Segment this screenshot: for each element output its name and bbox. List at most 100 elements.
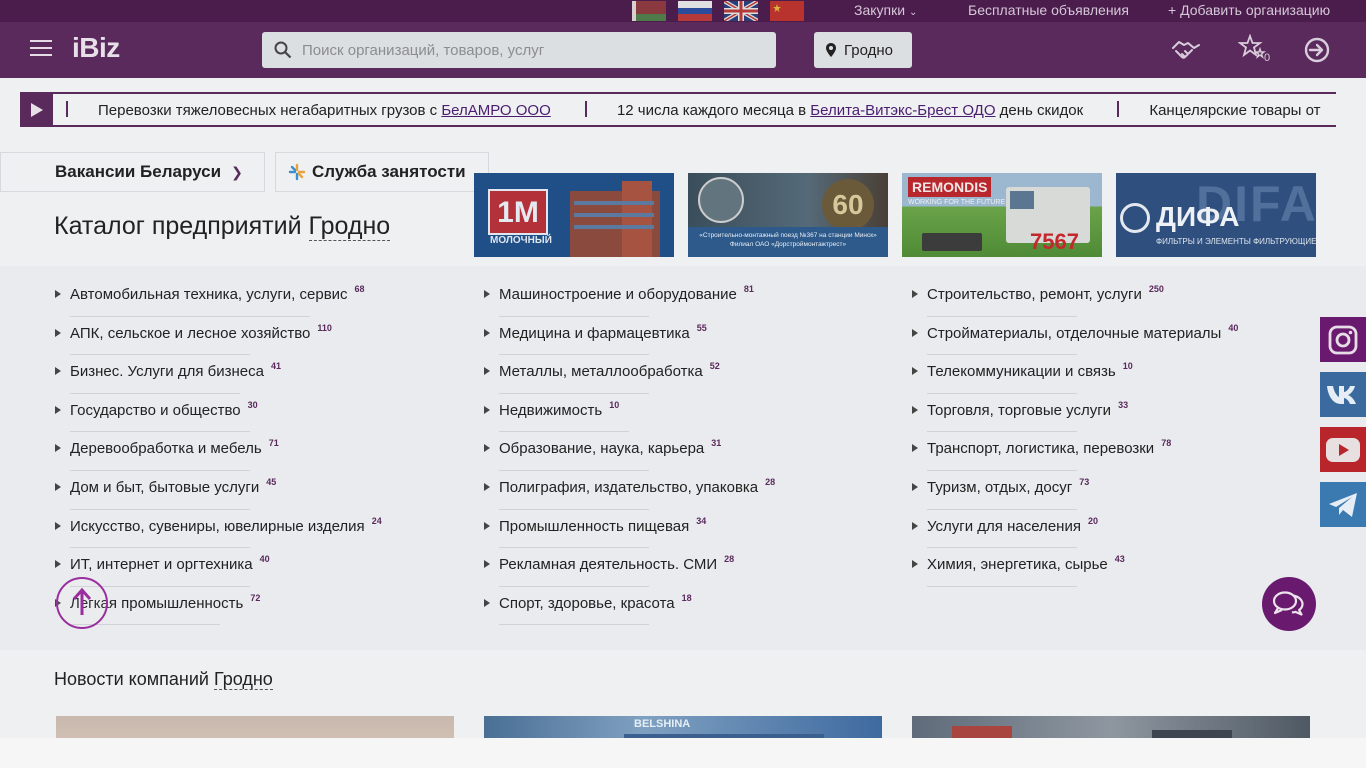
catalog-item-count: 40 [1228, 322, 1239, 333]
catalog-item-count: 71 [268, 438, 279, 449]
catalog-column-3: Строительство, ремонт, услуги 250 Стройма… [911, 280, 1238, 589]
be-flag-icon[interactable] [632, 1, 666, 21]
triangle-right-icon [484, 367, 490, 376]
catalog-item[interactable]: Машиностроение и оборудование 81 [483, 280, 775, 319]
purchases-dropdown[interactable]: Закупки ⌄ [854, 2, 917, 18]
catalog-item[interactable]: Транспорт, логистика, перевозки 78 [911, 434, 1238, 473]
catalog-item[interactable]: Деревообработка и мебель 71 [54, 434, 382, 473]
catalog-item[interactable]: Телекоммуникации и связь 10 [911, 357, 1238, 396]
catalog-item[interactable]: Химия, энергетика, сырье 43 [911, 550, 1238, 589]
catalog-item-count: 28 [765, 476, 776, 487]
search-input[interactable] [302, 41, 742, 59]
banner-construction-badge: 60 [822, 179, 874, 231]
ticker-link[interactable]: Белита-Витэкс-Брест ОДО [810, 102, 995, 119]
catalog-column-1: Автомобильная техника, услуги, сервис 68 … [54, 280, 382, 627]
catalog-item[interactable]: Туризм, отдых, досуг 73 [911, 473, 1238, 512]
banner-remondis-number: 7567 [1030, 229, 1079, 254]
catalog-item-label: Промышленность пищевая [499, 517, 690, 535]
triangle-right-icon [912, 328, 918, 337]
catalog-item-label: Государство и общество [70, 401, 241, 419]
catalog-title: Каталог предприятий Гродно [54, 212, 391, 241]
banner-row: 1М МОЛОЧНЫЙ 60 «Строительно-монтажный по… [474, 173, 1316, 257]
catalog-city-link[interactable]: Гродно [308, 212, 391, 241]
triangle-right-icon [912, 560, 918, 569]
vacancies-tab[interactable]: Вакансии Беларуси ❯ [0, 152, 265, 192]
triangle-right-icon [55, 405, 61, 414]
ticker-item: 12 числа каждого месяца в Белита-Витэкс-… [616, 102, 1084, 119]
catalog-item[interactable]: Промышленность пищевая 34 [483, 512, 775, 551]
catalog-item-count: 78 [1161, 438, 1172, 449]
banner-construction[interactable]: 60 «Строительно-монтажный поезд №367 на … [688, 173, 888, 257]
catalog-item-count: 20 [1087, 515, 1098, 526]
cn-flag-icon[interactable] [770, 1, 804, 21]
chevron-down-icon: ⌄ [908, 7, 918, 18]
catalog-item[interactable]: Строительство, ремонт, услуги 250 [911, 280, 1238, 319]
main-header: iBiz Гродно 0 [0, 22, 1366, 78]
handshake-icon[interactable] [1170, 34, 1202, 66]
catalog-item[interactable]: Металлы, металлообработка 52 [483, 357, 775, 396]
banner-milk[interactable]: 1М МОЛОЧНЫЙ [474, 173, 674, 257]
free-ads-link[interactable]: Бесплатные объявления [968, 2, 1129, 18]
catalog-item-label: ИТ, интернет и оргтехника [70, 556, 253, 574]
catalog-item[interactable]: Дом и быт, бытовые услуги 45 [54, 473, 382, 512]
catalog-item-count: 10 [609, 399, 620, 410]
add-organization-link[interactable]: + Добавить организацию [1168, 2, 1330, 18]
banner-difa-caption: ФИЛЬТРЫ И ЭЛЕМЕНТЫ ФИЛЬТРУЮЩИЕ [1156, 237, 1316, 246]
catalog-item-count: 18 [681, 592, 692, 603]
catalog-title-text: Каталог предприятий [54, 212, 302, 240]
location-pin-icon [826, 43, 836, 57]
catalog-item[interactable]: Бизнес. Услуги для бизнеса 41 [54, 357, 382, 396]
catalog-item-label: Недвижимость [499, 401, 603, 419]
uk-flag-icon[interactable] [724, 1, 758, 21]
catalog-item-count: 52 [709, 361, 720, 372]
vk-icon[interactable] [1320, 372, 1366, 417]
menu-icon[interactable] [30, 40, 52, 56]
triangle-right-icon [912, 367, 918, 376]
ticker-link[interactable]: БелАМРО ООО [441, 102, 550, 119]
catalog-item[interactable]: Искусство, сувениры, ювелирные изделия 24 [54, 512, 382, 551]
catalog-item[interactable]: Медицина и фармацевтика 55 [483, 319, 775, 358]
news-city-link[interactable]: Гродно [213, 669, 273, 690]
triangle-right-icon [484, 444, 490, 453]
ticker-item: Перевозки тяжеловесных негабаритных груз… [98, 102, 551, 119]
employment-tab[interactable]: Служба занятости [275, 152, 489, 192]
catalog-item-count: 110 [317, 322, 332, 333]
news-title: Новости компаний Гродно [54, 669, 273, 690]
instagram-icon[interactable] [1320, 317, 1366, 362]
favorites-button[interactable]: 0 [1237, 33, 1272, 66]
banner-remondis[interactable]: REMONDIS WORKING FOR THE FUTURE 7567 [902, 173, 1102, 257]
ru-flag-icon[interactable] [678, 1, 712, 21]
youtube-icon[interactable] [1320, 427, 1366, 472]
triangle-right-icon [484, 290, 490, 298]
news-title-text: Новости компаний [54, 669, 209, 689]
catalog-item-count: 31 [711, 438, 722, 449]
catalog-item[interactable]: Услуги для населения 20 [911, 512, 1238, 551]
city-selector[interactable]: Гродно [814, 32, 912, 68]
catalog-item[interactable]: Торговля, торговые услуги 33 [911, 396, 1238, 435]
catalog-item-label: Туризм, отдых, досуг [927, 478, 1073, 496]
triangle-right-icon [912, 290, 918, 298]
catalog-item[interactable]: Спорт, здоровье, красота 18 [483, 589, 775, 628]
catalog-item-label: Металлы, металлообработка [499, 363, 703, 381]
catalog-item[interactable]: Рекламная деятельность. СМИ 28 [483, 550, 775, 589]
catalog-item[interactable]: Государство и общество 30 [54, 396, 382, 435]
catalog-item[interactable]: АПК, сельское и лесное хозяйство 110 [54, 319, 382, 358]
bottom-strip [0, 738, 1366, 768]
banner-difa[interactable]: DIFA ДИФА ФИЛЬТРЫ И ЭЛЕМЕНТЫ ФИЛЬТРУЮЩИЕ [1116, 173, 1316, 257]
telegram-icon[interactable] [1320, 482, 1366, 527]
search-icon[interactable] [274, 41, 292, 59]
catalog-item[interactable]: Полиграфия, издательство, упаковка 28 [483, 473, 775, 512]
site-logo[interactable]: iBiz [72, 32, 120, 64]
play-icon[interactable] [20, 94, 53, 125]
catalog-item[interactable]: Недвижимость 10 [483, 396, 775, 435]
catalog-item[interactable]: Стройматериалы, отделочные материалы 40 [911, 319, 1238, 358]
triangle-right-icon [912, 521, 918, 530]
scroll-up-button[interactable] [56, 577, 108, 629]
triangle-right-icon [484, 482, 490, 491]
login-icon[interactable] [1302, 34, 1332, 66]
catalog-item[interactable]: Автомобильная техника, услуги, сервис 68 [54, 280, 382, 319]
catalog-item[interactable]: Образование, наука, карьера 31 [483, 434, 775, 473]
employment-tab-label: Служба занятости [312, 162, 466, 181]
banner-difa-logo: ДИФА [1156, 201, 1240, 232]
chat-button[interactable] [1262, 577, 1316, 631]
